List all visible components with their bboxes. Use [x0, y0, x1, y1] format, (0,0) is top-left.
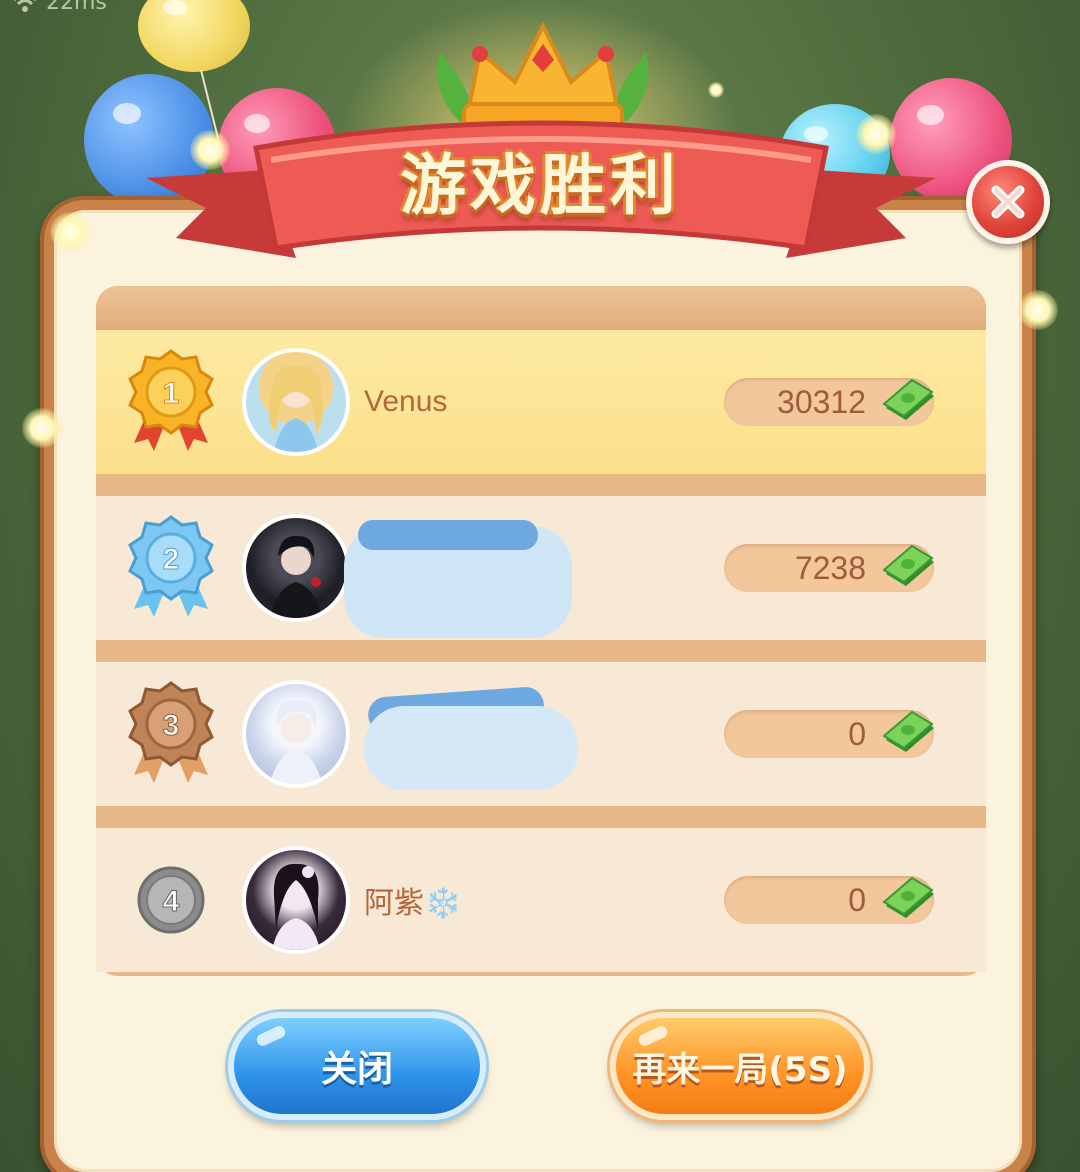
- cash-icon: [882, 876, 934, 918]
- avatar[interactable]: [242, 846, 350, 954]
- ping-text: 22ms: [46, 0, 107, 15]
- score-pill: 30312: [724, 378, 934, 426]
- string-light: [190, 130, 230, 170]
- leaderboard-row-1: 1 Venus 30312: [96, 330, 986, 474]
- redacted-name-strip: [358, 520, 538, 550]
- avatar-icon: [270, 535, 322, 618]
- leaderboard: 1 Venus 30312 2 7238 3 0 4 阿紫❄️ 0: [96, 286, 986, 976]
- score-value: 0: [848, 882, 866, 918]
- avatar-icon: [270, 699, 322, 784]
- score-value: 30312: [777, 384, 866, 420]
- score-pill: 7238: [724, 544, 934, 592]
- rank-number: 4: [163, 885, 180, 918]
- play-again-label: 再来一局(5S): [632, 1049, 848, 1090]
- result-panel-inner: 1 Venus 30312 2 7238 3 0 4 阿紫❄️ 0 关闭 再来一…: [54, 210, 1022, 1172]
- avatar-icon: [268, 365, 324, 452]
- play-again-button[interactable]: 再来一局(5S): [610, 1012, 870, 1120]
- gold-medal-icon: 1: [128, 349, 214, 451]
- string-light: [22, 408, 62, 448]
- redacted-name: [364, 706, 578, 790]
- close-button-label: 关闭: [320, 1049, 393, 1090]
- string-light: [856, 114, 896, 154]
- leaderboard-header: [96, 286, 986, 330]
- leaderboard-row-2: 2 7238: [96, 496, 986, 640]
- rank-number: 1: [163, 377, 180, 410]
- cash-icon: [882, 710, 934, 752]
- cash-icon: [882, 378, 934, 420]
- rank-number: 2: [163, 543, 180, 576]
- bronze-medal-icon: 3: [128, 681, 214, 783]
- status-bar: 22ms: [12, 0, 107, 15]
- player-name: 阿紫❄️: [364, 887, 462, 920]
- sparkle: [708, 82, 724, 98]
- score-pill: 0: [724, 876, 934, 924]
- leaderboard-row-4: 4 阿紫❄️ 0: [96, 828, 986, 972]
- wifi-icon: [14, 0, 36, 12]
- avatar[interactable]: [242, 514, 350, 622]
- page-title: 游戏胜利: [400, 147, 680, 224]
- balloon-yellow: [138, 0, 250, 72]
- rank-badge-icon: 4: [137, 866, 205, 934]
- avatar[interactable]: [242, 348, 350, 456]
- close-icon-button[interactable]: [966, 160, 1050, 244]
- silver-medal-icon: 2: [128, 515, 214, 617]
- score-value: 0: [848, 716, 866, 752]
- string-light: [1018, 290, 1058, 330]
- score-value: 7238: [794, 550, 866, 586]
- close-button[interactable]: 关闭: [228, 1012, 486, 1120]
- avatar[interactable]: [242, 680, 350, 788]
- rank-number: 3: [163, 709, 180, 742]
- string-light: [50, 212, 90, 252]
- result-panel: 1 Venus 30312 2 7238 3 0 4 阿紫❄️ 0 关闭 再来一…: [40, 196, 1036, 1172]
- button-shine: [254, 1024, 288, 1048]
- leaderboard-row-3: 3 0: [96, 662, 986, 806]
- score-pill: 0: [724, 710, 934, 758]
- close-icon: [991, 185, 1025, 219]
- avatar-icon: [272, 863, 320, 950]
- cash-icon: [882, 544, 934, 586]
- player-name: Venus: [364, 385, 448, 418]
